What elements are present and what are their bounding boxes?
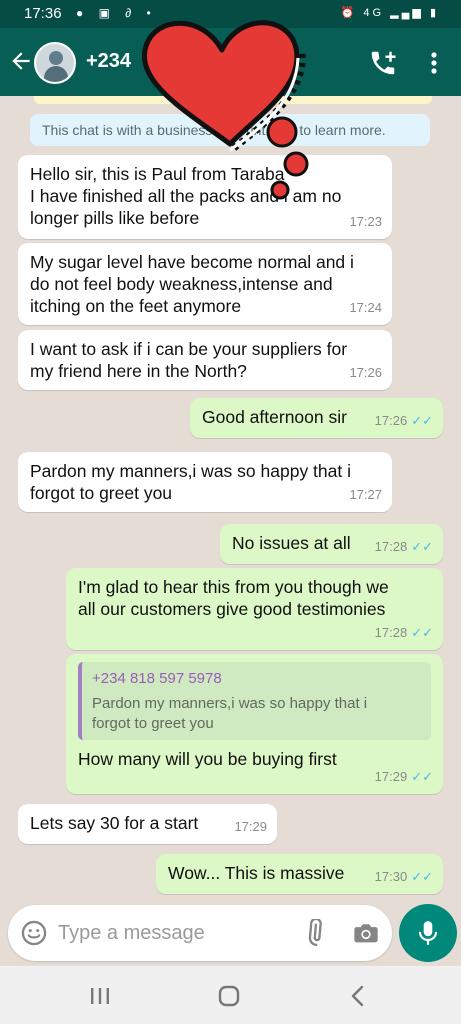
chat-area[interactable]: This chat is with a business account. Ta… <box>0 96 461 966</box>
message-line: Lets say 30 for a start <box>30 813 199 833</box>
encryption-notice-remnant <box>34 96 432 104</box>
more-options-button[interactable] <box>424 50 444 76</box>
message-outgoing[interactable]: Good afternoon sir 17:26 ✓✓ <box>190 398 443 438</box>
quoted-line: forgot to greet you <box>92 715 214 732</box>
message-line: all our customers give good testimonies <box>78 599 386 619</box>
battery-icon: ▮ <box>429 7 439 19</box>
nav-back-icon <box>351 985 364 1007</box>
message-time: 17:27 <box>349 487 382 502</box>
recent-apps-icon <box>91 988 109 1004</box>
quoted-message[interactable]: +234 818 597 5978 Pardon my manners,i wa… <box>78 662 431 740</box>
message-incoming[interactable]: Hello sir, this is Paul from Taraba I ha… <box>18 155 392 239</box>
back-arrow-icon <box>12 52 30 70</box>
read-receipt-icon: ✓✓ <box>411 539 433 554</box>
camera-icon <box>354 924 378 943</box>
read-receipt-icon: ✓✓ <box>411 413 433 428</box>
message-time: 17:29 <box>234 819 267 834</box>
message-time: 17:23 <box>349 214 382 229</box>
mic-icon <box>418 921 438 945</box>
message-line: itching on the feet anymore <box>30 296 242 316</box>
message-line: do not feel body weakness,intense and <box>30 274 333 294</box>
message-time: 17:26 <box>374 413 408 428</box>
status-time: 17:36 <box>24 5 62 22</box>
message-line: I have finished all the packs and i am n… <box>30 186 342 206</box>
home-button[interactable] <box>218 985 240 1007</box>
recent-apps-button[interactable] <box>88 986 112 1006</box>
quoted-sender: +234 818 597 5978 <box>92 670 222 687</box>
avatar[interactable] <box>34 42 76 84</box>
message-time: 17:28 <box>374 539 408 554</box>
emoji-icon <box>21 920 47 946</box>
message-composer <box>8 905 392 961</box>
message-incoming[interactable]: My sugar level have become normal and i … <box>18 243 392 325</box>
quoted-line: Pardon my manners,i was so happy that i <box>92 695 368 712</box>
message-outgoing[interactable]: Wow... This is massive 17:30 ✓✓ <box>156 854 443 894</box>
message-line: Hello sir, this is Paul from Taraba <box>30 164 285 184</box>
message-outgoing[interactable]: No issues at all 17:28 ✓✓ <box>220 524 443 564</box>
read-receipt-icon: ✓✓ <box>411 769 433 784</box>
read-receipt-icon: ✓✓ <box>411 625 433 640</box>
message-time: 17:26 <box>349 365 382 380</box>
message-line: forgot to greet you <box>30 483 173 503</box>
contact-name[interactable]: +234 <box>86 50 131 73</box>
add-call-icon <box>371 51 396 75</box>
message-time: 17:24 <box>349 300 382 315</box>
network-type-label: 4G <box>363 7 385 19</box>
message-outgoing[interactable]: I'm glad to hear this from you though we… <box>66 568 443 650</box>
message-line: my friend here in the North? <box>30 361 247 381</box>
add-call-button[interactable] <box>368 48 398 78</box>
message-line: My sugar level have become normal and i <box>30 252 354 272</box>
signal-icon: ▂▄▆ <box>390 7 424 19</box>
system-nav-bar <box>0 966 461 1024</box>
read-receipt-icon: ✓✓ <box>411 869 433 884</box>
voice-record-button[interactable] <box>399 904 457 962</box>
message-time: 17:28 <box>374 625 408 640</box>
business-account-notice[interactable]: This chat is with a business account. Ta… <box>30 114 430 146</box>
message-time: 17:30 <box>374 869 408 884</box>
home-icon <box>218 985 240 1007</box>
emoji-button[interactable] <box>20 919 48 947</box>
message-line: longer pills like before <box>30 208 200 228</box>
notification-icons: ● ▣ ∂ • <box>76 6 157 20</box>
message-line: Pardon my manners,i was so happy that i <box>30 461 351 481</box>
attach-button[interactable] <box>302 917 330 947</box>
camera-button[interactable] <box>352 919 380 947</box>
signal-icons: ⏰ 4G ▂▄▆ ▮ <box>341 6 439 19</box>
back-button[interactable] <box>8 48 34 74</box>
message-incoming[interactable]: Lets say 30 for a start 17:29 <box>18 804 277 844</box>
chat-header: +234 <box>0 28 461 96</box>
message-line: I want to ask if i can be your suppliers… <box>30 339 348 359</box>
status-bar: 17:36 ● ▣ ∂ • ⏰ 4G ▂▄▆ ▮ <box>0 0 461 28</box>
system-back-button[interactable] <box>348 985 368 1007</box>
message-incoming[interactable]: I want to ask if i can be your suppliers… <box>18 330 392 390</box>
message-incoming[interactable]: Pardon my manners,i was so happy that i … <box>18 452 392 512</box>
message-line: I'm glad to hear this from you though we <box>78 577 389 597</box>
message-outgoing-reply[interactable]: +234 818 597 5978 Pardon my manners,i wa… <box>66 654 443 794</box>
message-input[interactable] <box>58 919 288 947</box>
alarm-icon: ⏰ <box>340 7 358 19</box>
more-vert-icon <box>431 52 437 74</box>
message-time: 17:29 <box>374 769 408 784</box>
attach-icon <box>308 917 322 947</box>
